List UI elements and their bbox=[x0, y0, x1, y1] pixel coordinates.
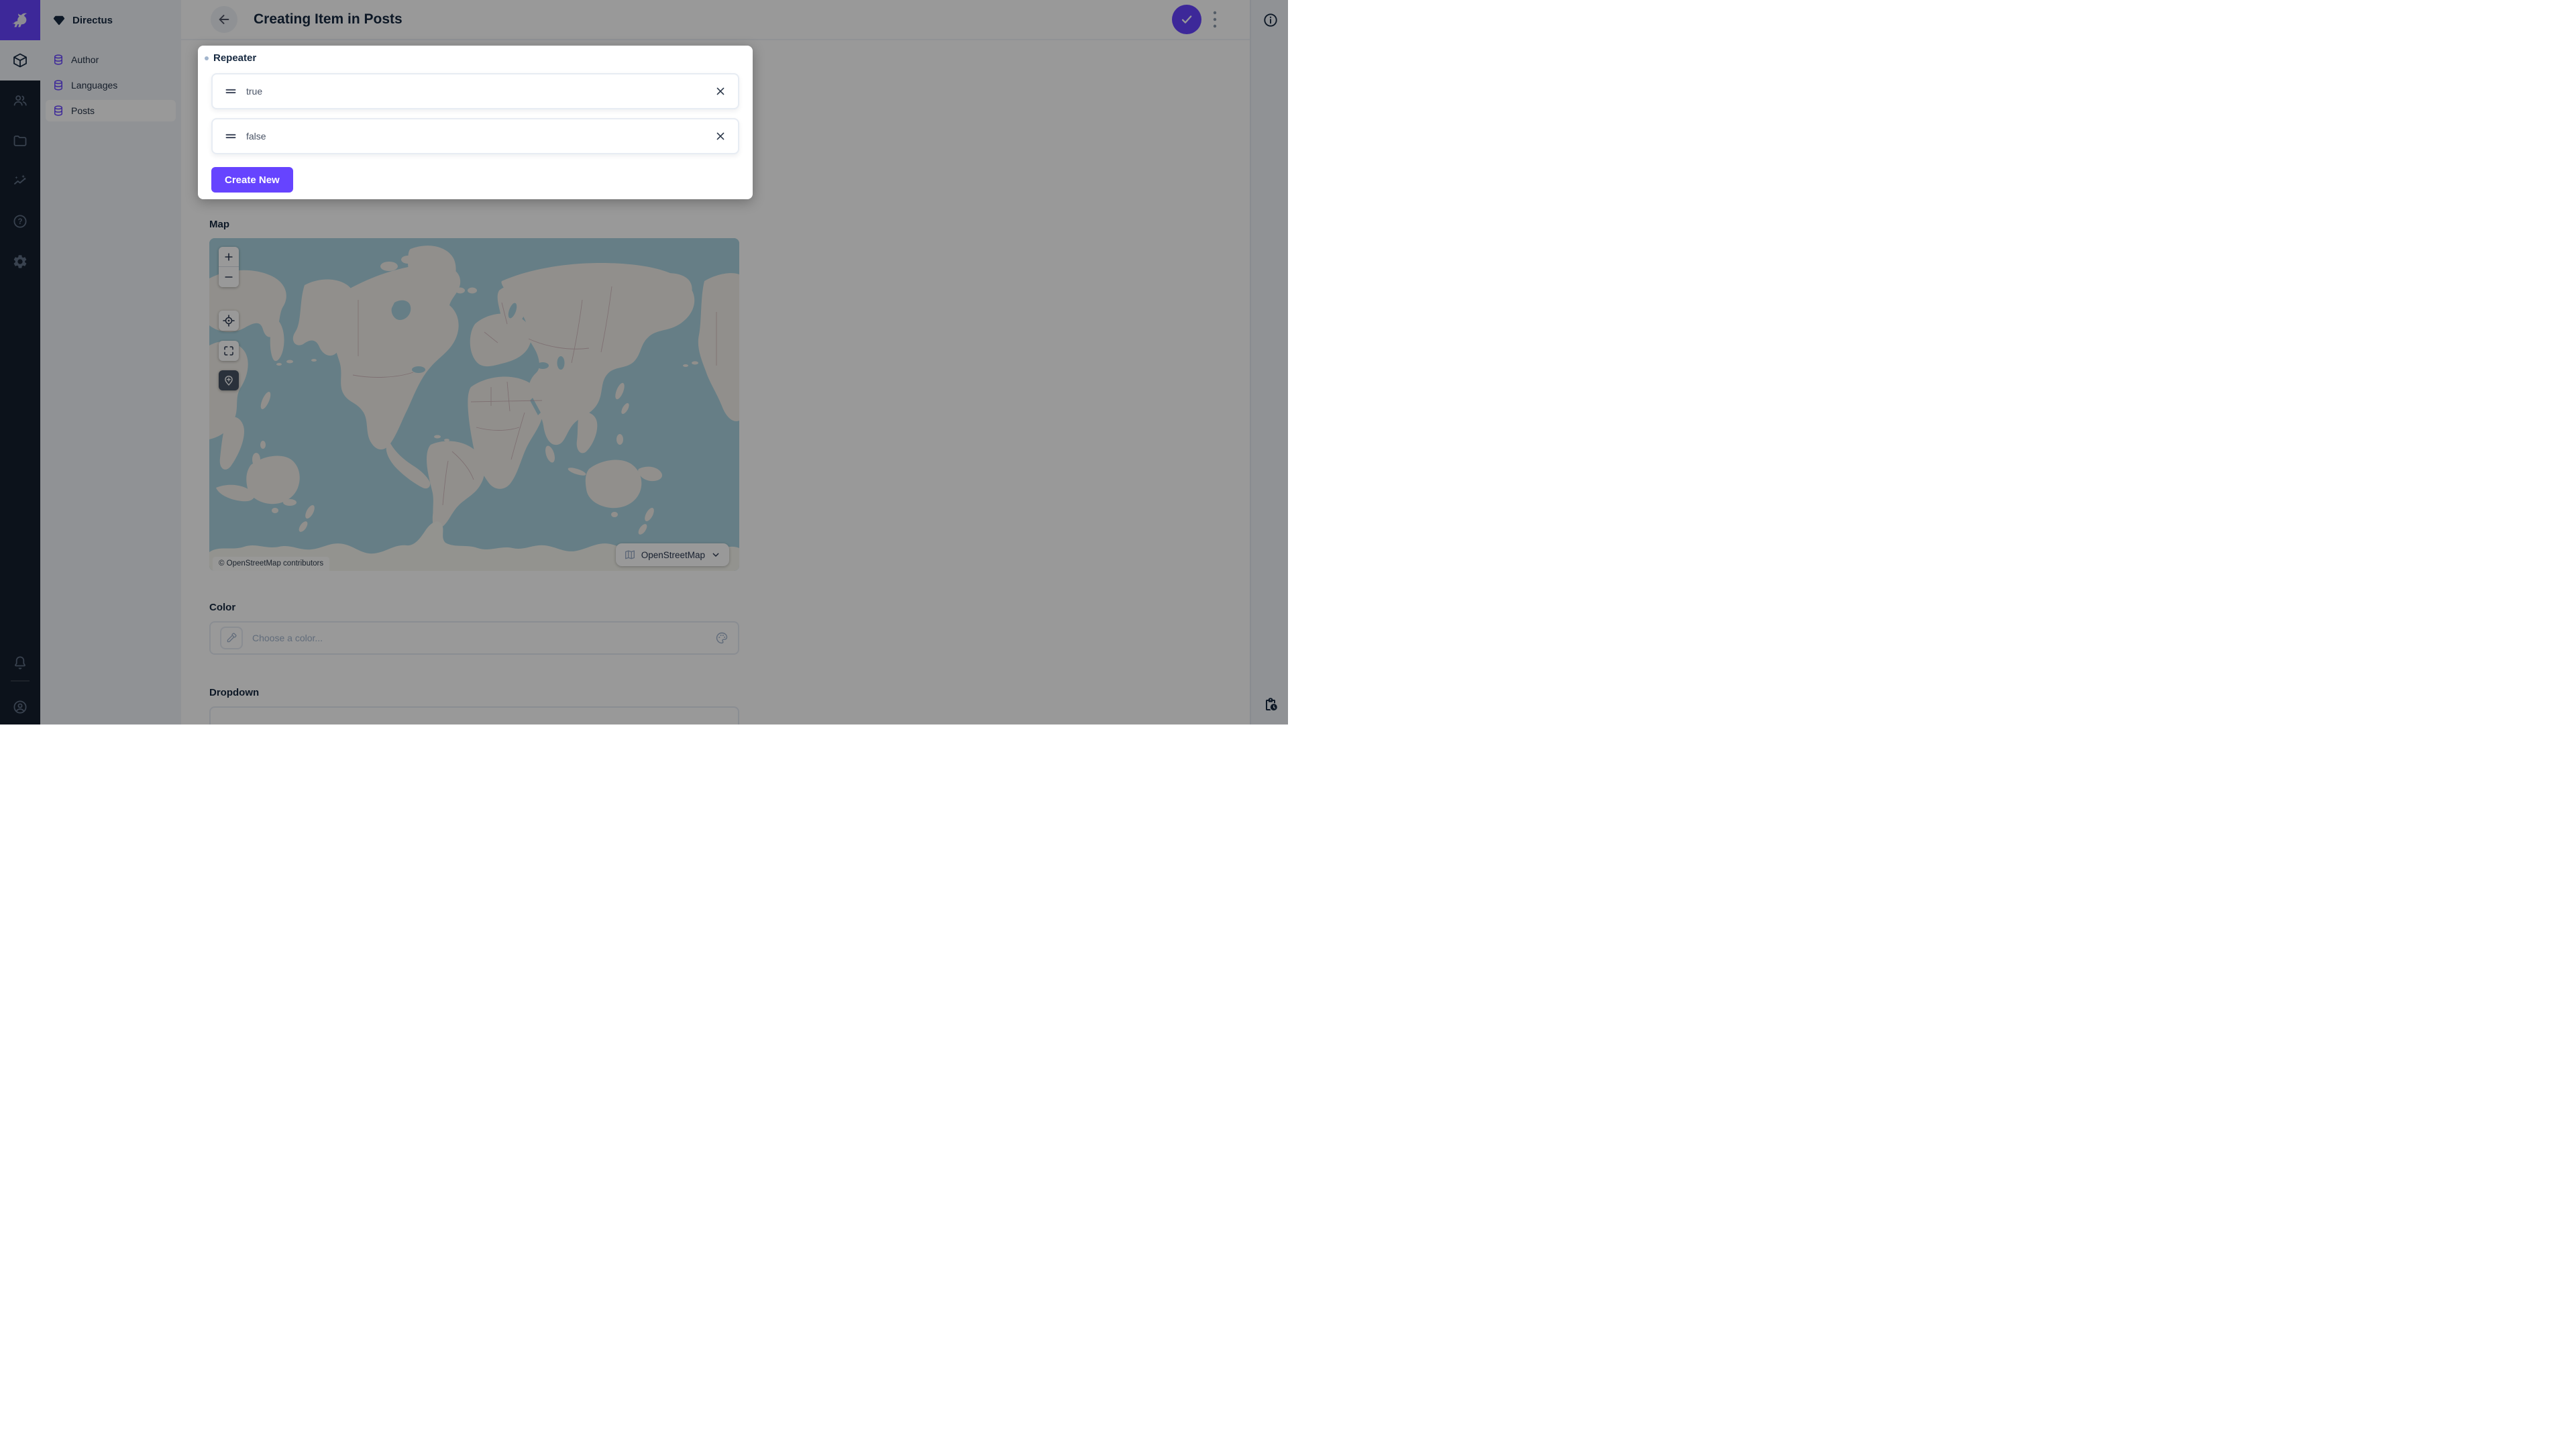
drag-handle-icon[interactable] bbox=[223, 84, 238, 99]
repeater-field-label: Repeater bbox=[213, 52, 256, 64]
edited-dot bbox=[205, 56, 209, 60]
drag-handle-icon[interactable] bbox=[223, 129, 238, 144]
close-icon[interactable] bbox=[714, 129, 727, 143]
repeater-popover: Repeater true false Create New bbox=[198, 46, 753, 199]
create-new-button[interactable]: Create New bbox=[211, 167, 293, 193]
directus-app: ? Direct bbox=[0, 0, 1288, 724]
repeater-label-row: Repeater bbox=[205, 52, 256, 64]
repeater-row[interactable]: true bbox=[211, 73, 739, 109]
repeater-row-value: true bbox=[246, 86, 714, 97]
repeater-row-value: false bbox=[246, 131, 714, 142]
close-icon[interactable] bbox=[714, 85, 727, 98]
repeater-row[interactable]: false bbox=[211, 118, 739, 154]
